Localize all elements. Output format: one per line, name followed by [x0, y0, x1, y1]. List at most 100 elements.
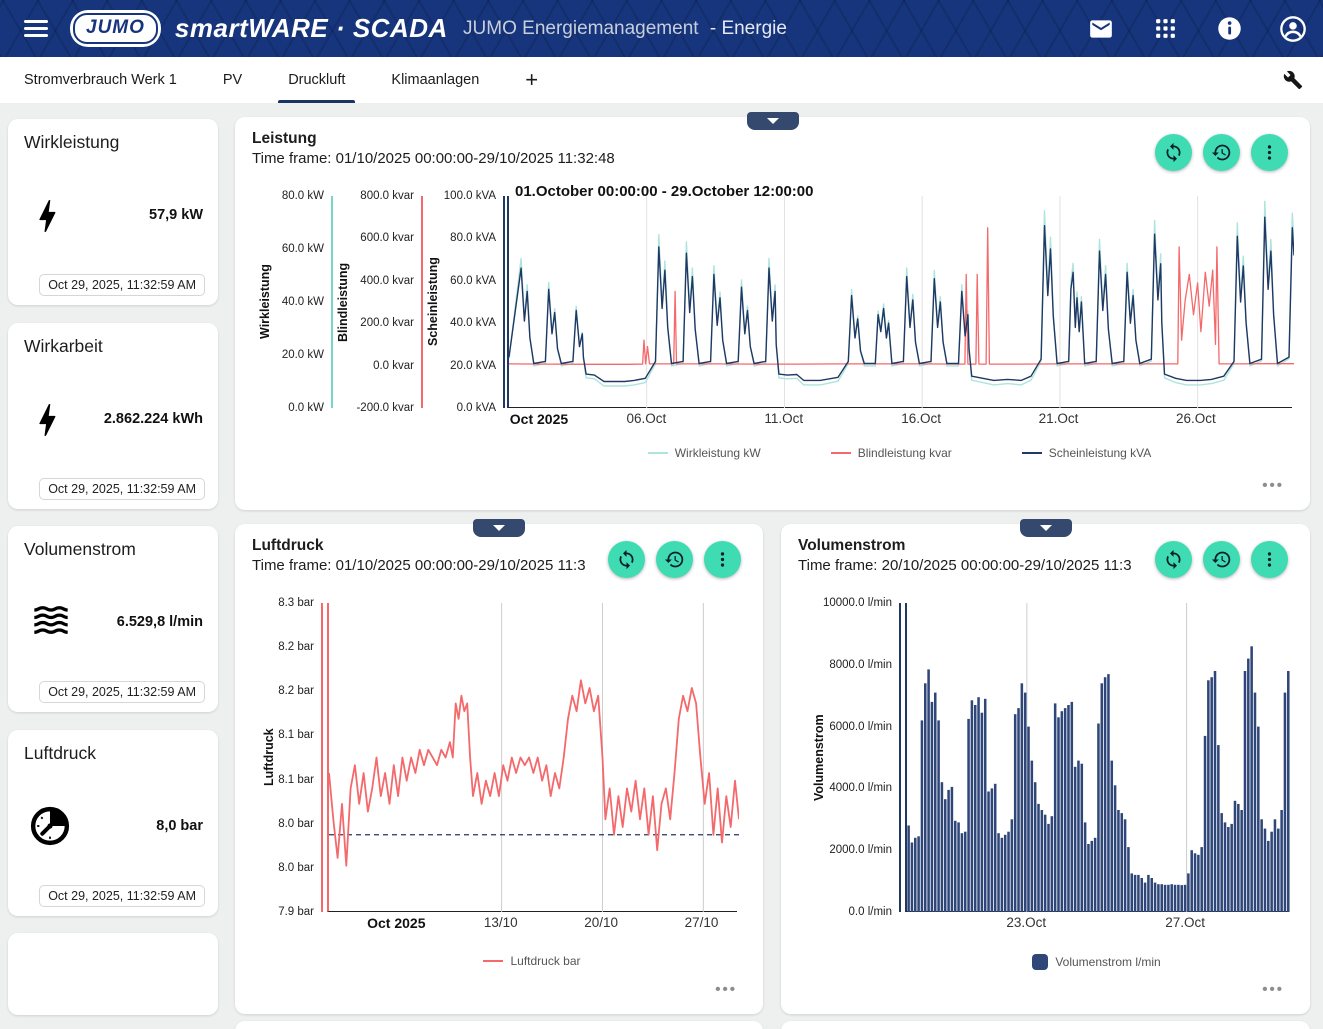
brand-title: smartWARE · SCADA — [175, 13, 448, 44]
x-tick-label: 26.Oct — [1176, 411, 1216, 426]
y-axis-volumenstrom: Volumenstrom10000.0 l/min8000.0 l/min600… — [811, 603, 901, 912]
axis-tick-label: 8.1 bar — [278, 729, 314, 741]
axis-tick-label: 7.9 bar — [278, 906, 314, 918]
page-title-sub: - Energie — [710, 18, 787, 39]
kpi-value: 8,0 bar — [156, 818, 203, 834]
axis-tick-label: 8000.0 l/min — [829, 659, 892, 671]
y-axis-scheinleistung: Scheinleistung100.0 kVA80.0 kVA60.0 kVA4… — [425, 196, 505, 408]
y-axis-blindleistung: Blindleistung800.0 kvar600.0 kvar400.0 k… — [335, 196, 423, 408]
page-title: JUMO Energiemanagement - Energie — [463, 18, 787, 40]
legend-item[interactable]: Volumenstrom l/min — [1032, 954, 1160, 970]
axis-tick-label: 60.0 kVA — [450, 275, 496, 287]
axis-tick-label: 80.0 kW — [282, 190, 324, 202]
axis-title: Volumenstrom — [811, 603, 827, 912]
legend-swatch — [1032, 954, 1048, 970]
y-axis-wirkleistung: Wirkleistung80.0 kW60.0 kW40.0 kW20.0 kW… — [257, 196, 333, 408]
volumenstrom-chart-card: Volumenstrom Time frame: 20/10/2025 00:0… — [781, 524, 1310, 1014]
x-tick-label: 21.Oct — [1039, 411, 1079, 426]
x-axis-labels: 23.Oct 27.Oct — [907, 915, 1288, 935]
page-title-main: JUMO Energiemanagement — [463, 18, 699, 39]
axis-tick-label: 0.0 kvar — [373, 360, 414, 372]
sync-button[interactable] — [1155, 134, 1192, 171]
tab--[interactable]: + — [525, 57, 538, 103]
gauge-icon — [28, 804, 72, 853]
x-tick-label: 27.Oct — [1165, 915, 1205, 930]
sync-button[interactable] — [608, 541, 645, 578]
info-icon[interactable] — [1215, 15, 1243, 43]
kpi-card-wirkarbeit: Wirkarbeit2.862.224 kWhOct 29, 2025, 11:… — [8, 323, 218, 509]
axis-ticks: 100.0 kVA80.0 kVA60.0 kVA40.0 kVA20.0 kV… — [441, 196, 503, 408]
axis-tick-label: 0.0 l/min — [849, 906, 892, 918]
x-tick-label: Oct 2025 — [367, 915, 425, 931]
history-button[interactable] — [1203, 134, 1240, 171]
legend-swatch — [483, 960, 503, 962]
chart-legend: Luftdruck bar — [327, 954, 737, 968]
collapse-chevron-button[interactable] — [473, 519, 525, 537]
axis-title: Blindleistung — [335, 196, 351, 408]
chart-timeframe: Time frame: 01/10/2025 00:00:00-29/10/20… — [252, 557, 586, 574]
legend-swatch — [648, 452, 668, 454]
axis-tick-label: 400.0 kvar — [360, 275, 414, 287]
history-button[interactable] — [656, 541, 693, 578]
x-tick-label: Oct 2025 — [510, 411, 568, 427]
chevron-down-icon — [767, 118, 779, 124]
tab-stromverbrauch-werk-1[interactable]: Stromverbrauch Werk 1 — [24, 57, 177, 103]
kpi-title: Volumenstrom — [24, 539, 136, 560]
luftdruck-plot-area: Oct 202513/1020/1027/10 — [327, 603, 737, 912]
bolt-icon — [28, 397, 66, 448]
axis-tick-label: 8.1 bar — [278, 774, 314, 786]
luftdruck-chart-card: Luftdruck Time frame: 01/10/2025 00:00:0… — [235, 524, 763, 1014]
sync-button[interactable] — [1155, 541, 1192, 578]
x-tick-label: 27/10 — [685, 915, 719, 930]
wrench-icon[interactable] — [1283, 70, 1303, 90]
kpi-title: Luftdruck — [24, 743, 96, 764]
ellipsis-icon[interactable]: ••• — [1262, 477, 1284, 494]
chart-timeframe: Time frame: 20/10/2025 00:00:00-29/10/20… — [798, 557, 1132, 574]
bolt-icon — [28, 193, 66, 244]
kebab-menu-button[interactable] — [704, 541, 741, 578]
kebab-menu-button[interactable] — [1251, 541, 1288, 578]
kpi-title: Wirkarbeit — [24, 336, 103, 357]
collapse-chevron-button[interactable] — [747, 112, 799, 130]
ellipsis-icon[interactable]: ••• — [715, 981, 737, 998]
axis-line — [321, 603, 323, 912]
legend-item[interactable]: Luftdruck bar — [483, 954, 580, 968]
tab-klimaanlagen[interactable]: Klimaanlagen — [391, 57, 479, 103]
kpi-title: Wirkleistung — [24, 132, 119, 153]
x-tick-label: 23.Oct — [1006, 915, 1046, 930]
kebab-menu-button[interactable] — [1251, 134, 1288, 171]
kpi-card-wirkleistung: Wirkleistung57,9 kWOct 29, 2025, 11:32:5… — [8, 119, 218, 305]
ellipsis-icon[interactable]: ••• — [1262, 981, 1284, 998]
kpi-timestamp: Oct 29, 2025, 11:32:59 AM — [39, 274, 205, 296]
x-tick-label: 13/10 — [484, 915, 518, 930]
legend-swatch — [831, 452, 851, 454]
axis-tick-label: 40.0 kW — [282, 296, 324, 308]
legend-item[interactable]: Scheinleistung kVA — [1022, 446, 1152, 460]
tab-pv[interactable]: PV — [223, 57, 242, 103]
legend-item[interactable]: Blindleistung kvar — [831, 446, 952, 460]
axis-tick-label: 0.0 kVA — [457, 402, 496, 414]
axis-tick-label: 600.0 kvar — [360, 232, 414, 244]
chart-timeframe: Time frame: 01/10/2025 00:00:00-29/10/20… — [252, 150, 615, 167]
axis-ticks: 80.0 kW60.0 kW40.0 kW20.0 kW0.0 kW — [273, 196, 331, 408]
collapse-chevron-button[interactable] — [1020, 519, 1072, 537]
legend-item[interactable]: Wirkleistung kW — [648, 446, 761, 460]
mail-icon[interactable] — [1087, 15, 1115, 43]
axis-tick-label: -200.0 kvar — [356, 402, 414, 414]
axis-tick-label: 8.0 bar — [278, 862, 314, 874]
tab-druckluft[interactable]: Druckluft — [288, 57, 345, 103]
history-button[interactable] — [1203, 541, 1240, 578]
legend-label: Luftdruck bar — [510, 954, 580, 968]
x-tick-label: 06.Oct — [626, 411, 666, 426]
jumo-logo-text: JUMO — [73, 13, 158, 44]
kpi-timestamp: Oct 29, 2025, 11:32:59 AM — [39, 681, 205, 703]
axis-tick-label: 60.0 kW — [282, 243, 324, 255]
chart-title: Leistung — [252, 130, 317, 148]
account-icon[interactable] — [1279, 15, 1307, 43]
apps-grid-icon[interactable] — [1151, 15, 1179, 43]
kpi-value: 2.862.224 kWh — [104, 411, 203, 427]
next-row-card-stub — [235, 1021, 763, 1029]
kpi-card-volumenstrom: Volumenstrom6.529,8 l/minOct 29, 2025, 1… — [8, 526, 218, 712]
app-header: JUMO smartWARE · SCADA JUMO Energiemanag… — [0, 0, 1323, 57]
menu-icon[interactable] — [24, 20, 48, 37]
